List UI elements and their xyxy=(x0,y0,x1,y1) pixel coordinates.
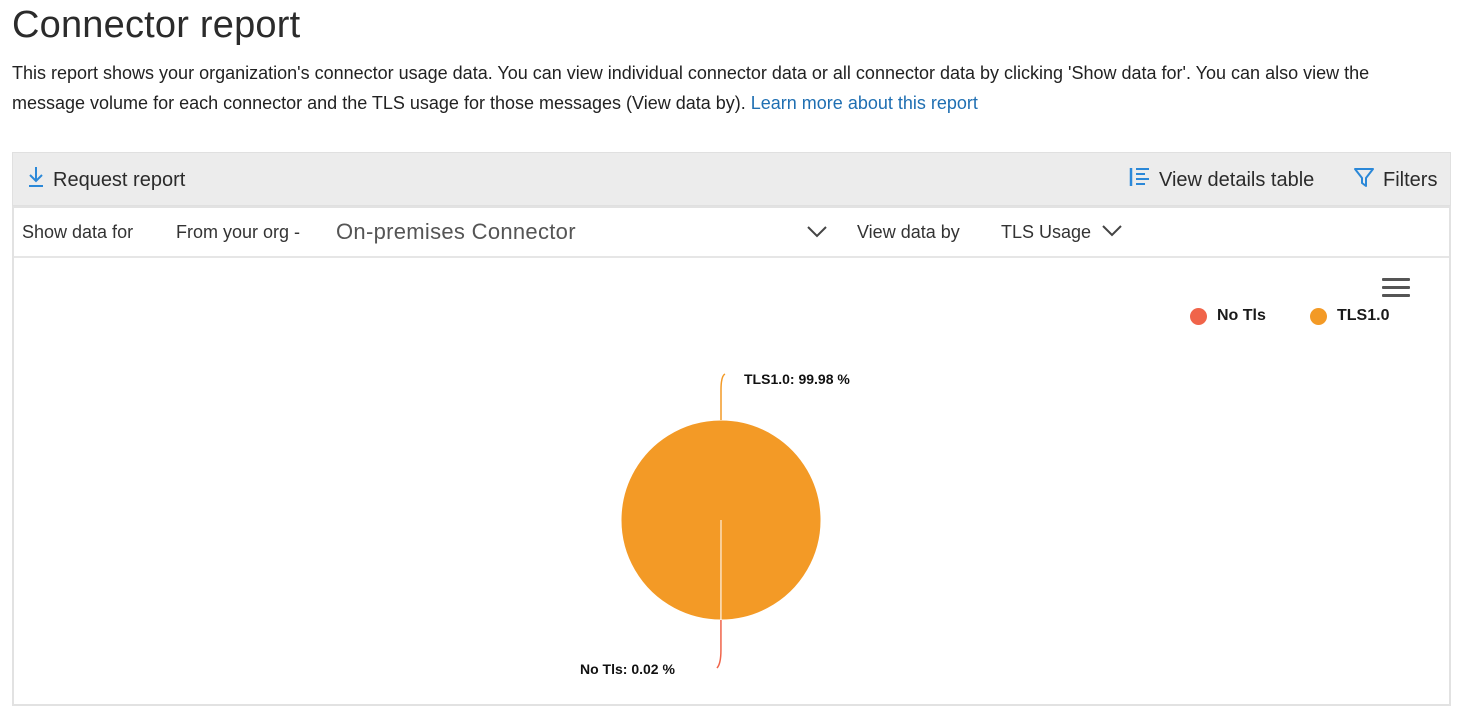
pie-chart: TLS1.0: 99.98 % No Tls: 0.02 % xyxy=(580,371,850,677)
data-label-no-tls: No Tls: 0.02 % xyxy=(580,661,675,677)
report-panel: Show data for From your org - On-premise… xyxy=(12,206,1451,706)
report-description: This report shows your organization's co… xyxy=(12,58,1442,118)
request-report-button[interactable]: Request report xyxy=(27,153,185,207)
filters-button[interactable]: Filters xyxy=(1353,153,1437,207)
data-label-connector xyxy=(720,373,726,420)
view-details-table-button[interactable]: View details table xyxy=(1129,153,1314,207)
download-icon xyxy=(27,165,45,195)
data-label-tls10: TLS1.0: 99.98 % xyxy=(744,371,850,387)
list-icon xyxy=(1129,165,1151,195)
description-text: This report shows your organization's co… xyxy=(12,63,1370,113)
pie-slice-tls1-0[interactable] xyxy=(620,419,822,621)
filters-label: Filters xyxy=(1383,168,1438,191)
learn-more-link[interactable]: Learn more about this report xyxy=(751,93,978,113)
filter-icon xyxy=(1353,165,1375,195)
report-toolbar: Request report View details table Filter… xyxy=(12,152,1451,206)
request-report-label: Request report xyxy=(53,168,186,191)
data-label-connector xyxy=(716,620,722,669)
page-title: Connector report xyxy=(12,4,301,46)
view-details-table-label: View details table xyxy=(1159,168,1315,191)
